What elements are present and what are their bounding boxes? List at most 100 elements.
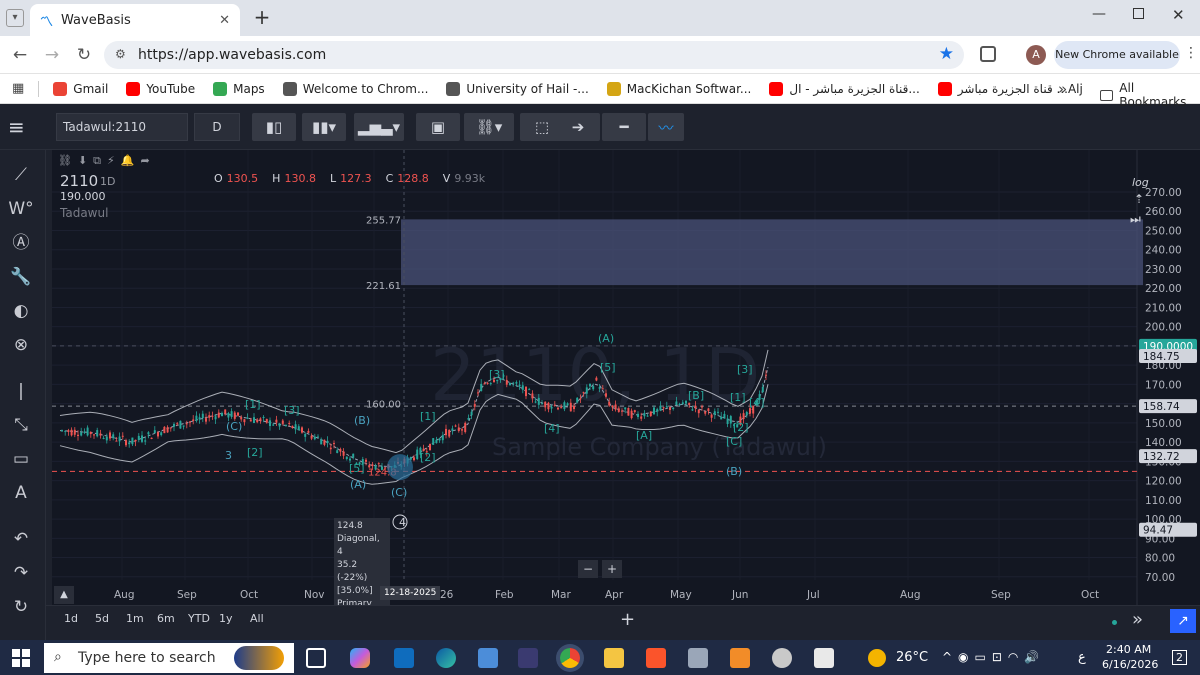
candle-body xyxy=(544,401,547,408)
close-window-icon[interactable]: ✕ xyxy=(1172,6,1185,24)
reset-icon[interactable]: ↻ xyxy=(8,594,34,620)
app-icon[interactable] xyxy=(518,648,538,668)
snapshot-icon[interactable]: ▣ xyxy=(416,113,460,141)
trend-tool-icon[interactable]: ⟋ xyxy=(8,162,34,188)
ruler-icon[interactable]: ⤡ xyxy=(8,412,34,438)
zoom-out-icon[interactable]: − xyxy=(578,560,598,578)
line-tool-icon[interactable]: ━ xyxy=(602,113,646,141)
reload-icon[interactable]: ↻ xyxy=(74,45,94,65)
tab-close-icon[interactable]: ✕ xyxy=(219,13,230,28)
back-icon[interactable]: ← xyxy=(10,45,30,65)
redo-icon[interactable]: ↷ xyxy=(8,560,34,586)
notification-badge[interactable]: 2 xyxy=(1172,650,1187,665)
rectangle-icon[interactable]: ▭ xyxy=(8,446,34,472)
task-view-icon[interactable] xyxy=(306,648,326,668)
restore-window-icon[interactable] xyxy=(1133,8,1144,19)
range-button[interactable]: All xyxy=(250,612,264,625)
candle-body xyxy=(601,388,604,390)
range-button[interactable]: 6m xyxy=(157,612,175,625)
scroll-forward-icon[interactable]: » xyxy=(1132,609,1143,630)
text-tool-icon[interactable]: A xyxy=(8,480,34,506)
candle-body xyxy=(640,416,643,419)
zoom-in-icon[interactable]: + xyxy=(602,560,622,578)
chrome-menu-icon[interactable]: ⋮ xyxy=(1184,45,1198,61)
extensions-icon[interactable] xyxy=(980,46,996,62)
tab-search-icon[interactable]: ▾ xyxy=(6,9,24,27)
file-explorer-icon[interactable] xyxy=(604,648,624,668)
bookmark-item[interactable]: YouTube xyxy=(126,81,195,96)
store-icon[interactable] xyxy=(478,648,498,668)
candles-chart-icon[interactable]: ▮▯ xyxy=(252,113,296,141)
wrench-icon[interactable]: 🔧 xyxy=(8,264,34,290)
clock-date[interactable]: 6/16/2026 xyxy=(1102,658,1158,671)
candle-body xyxy=(307,430,310,433)
app-icon[interactable] xyxy=(772,648,792,668)
bookmark-item[interactable]: University of Hail -... xyxy=(446,81,589,96)
weather-temp[interactable]: 26°C xyxy=(896,650,928,665)
y-tick-label: 210.00 xyxy=(1145,302,1182,314)
y-tick-label: 140.00 xyxy=(1145,437,1182,449)
symbol-search-input[interactable]: Tadawul:2110 xyxy=(56,113,188,141)
url-input[interactable]: ⚙ https://app.wavebasis.com ★ xyxy=(104,41,964,69)
log-scale-toggle[interactable]: log xyxy=(1132,176,1149,189)
bookmark-item[interactable]: Maps xyxy=(213,81,265,96)
hamburger-menu-icon[interactable]: ≡ xyxy=(8,115,25,139)
maps-icon xyxy=(213,81,228,96)
clock-time[interactable]: 2:40 AM xyxy=(1106,643,1151,656)
app-icon[interactable] xyxy=(688,648,708,668)
arrow-tool-icon[interactable]: ➔ xyxy=(556,113,600,141)
range-button[interactable]: 5d xyxy=(95,612,109,625)
input-language[interactable]: ع xyxy=(1078,650,1086,665)
more-bookmarks-icon[interactable]: » xyxy=(1058,80,1067,98)
range-button[interactable]: YTD xyxy=(188,612,210,625)
visibility-icon[interactable]: ◐ xyxy=(8,298,34,324)
undo-icon[interactable]: ↶ xyxy=(8,526,34,552)
range-button[interactable]: 1d xyxy=(64,612,78,625)
candle-body xyxy=(67,430,70,432)
apps-grid-icon[interactable]: ▦ xyxy=(12,81,24,96)
link-icon[interactable]: ⛓▾ xyxy=(464,113,514,141)
outlook-icon[interactable] xyxy=(394,648,414,668)
share-icon[interactable]: ↗ xyxy=(1170,609,1196,633)
range-button[interactable]: 1m xyxy=(126,612,144,625)
scroll-to-end-icon[interactable]: ⏭ xyxy=(1130,212,1141,227)
range-button[interactable]: 1y xyxy=(219,612,233,625)
autoscale-icon[interactable]: ⇡ xyxy=(1134,192,1144,206)
alert-a-icon[interactable]: Ⓐ xyxy=(8,230,34,256)
price-chart[interactable]: 270.00 260.00 250.00 240.00 230.00 220.00 210.… xyxy=(52,150,1200,605)
add-pane-icon[interactable]: + xyxy=(620,609,635,630)
chart-pane[interactable]: 270.00 260.00 250.00 240.00 230.00 220.00 210.… xyxy=(52,150,1200,613)
bookmark-item[interactable]: قناة الجزيرة مباشر - ال... xyxy=(769,81,920,96)
candle-body xyxy=(742,413,745,420)
app-icon[interactable] xyxy=(730,648,750,668)
chrome-taskbar-icon[interactable] xyxy=(560,648,580,668)
scroll-left-icon[interactable]: ▲ xyxy=(54,586,74,604)
all-bookmarks-folder[interactable]: All Bookmarks xyxy=(1100,81,1200,109)
forward-icon[interactable]: → xyxy=(42,45,62,65)
remove-drawings-icon[interactable]: ⊗ xyxy=(8,332,34,358)
taskbar-search-input[interactable]: ⌕ Type here to search xyxy=(44,643,294,673)
tray-icons[interactable]: ^◉▭⊡◠🔊 xyxy=(942,650,1045,664)
brave-icon[interactable] xyxy=(646,648,666,668)
wave-label-tool-icon[interactable]: W° xyxy=(8,196,34,222)
edge-icon[interactable] xyxy=(436,648,456,668)
site-settings-icon[interactable]: ⚙ xyxy=(115,47,126,61)
app-icon[interactable] xyxy=(814,648,834,668)
wave-tool-icon[interactable]: 〰 xyxy=(648,113,684,141)
bookmark-item[interactable]: Welcome to Chrom... xyxy=(282,81,428,96)
bookmark-item[interactable]: Gmail xyxy=(53,81,108,96)
bookmark-item[interactable]: MacKichan Softwar... xyxy=(606,81,751,96)
bars-chart-icon[interactable]: ▮▮▾ xyxy=(302,113,346,141)
vertical-line-icon[interactable]: | xyxy=(8,378,34,404)
minimize-window-icon[interactable]: — xyxy=(1092,6,1106,22)
windows-start-icon[interactable] xyxy=(12,649,30,667)
candle-body xyxy=(288,423,291,425)
interval-select[interactable]: D xyxy=(194,113,240,141)
new-chrome-available-button[interactable]: New Chrome available xyxy=(1054,41,1180,69)
copilot-icon[interactable] xyxy=(350,648,370,668)
profile-avatar[interactable]: A xyxy=(1026,45,1046,65)
indicators-icon[interactable]: ▂▅▃▾ xyxy=(354,113,404,141)
new-tab-button[interactable]: + xyxy=(250,5,274,29)
bookmark-star-icon[interactable]: ★ xyxy=(939,44,954,64)
browser-tab[interactable]: 〽 WaveBasis ✕ xyxy=(30,4,240,36)
